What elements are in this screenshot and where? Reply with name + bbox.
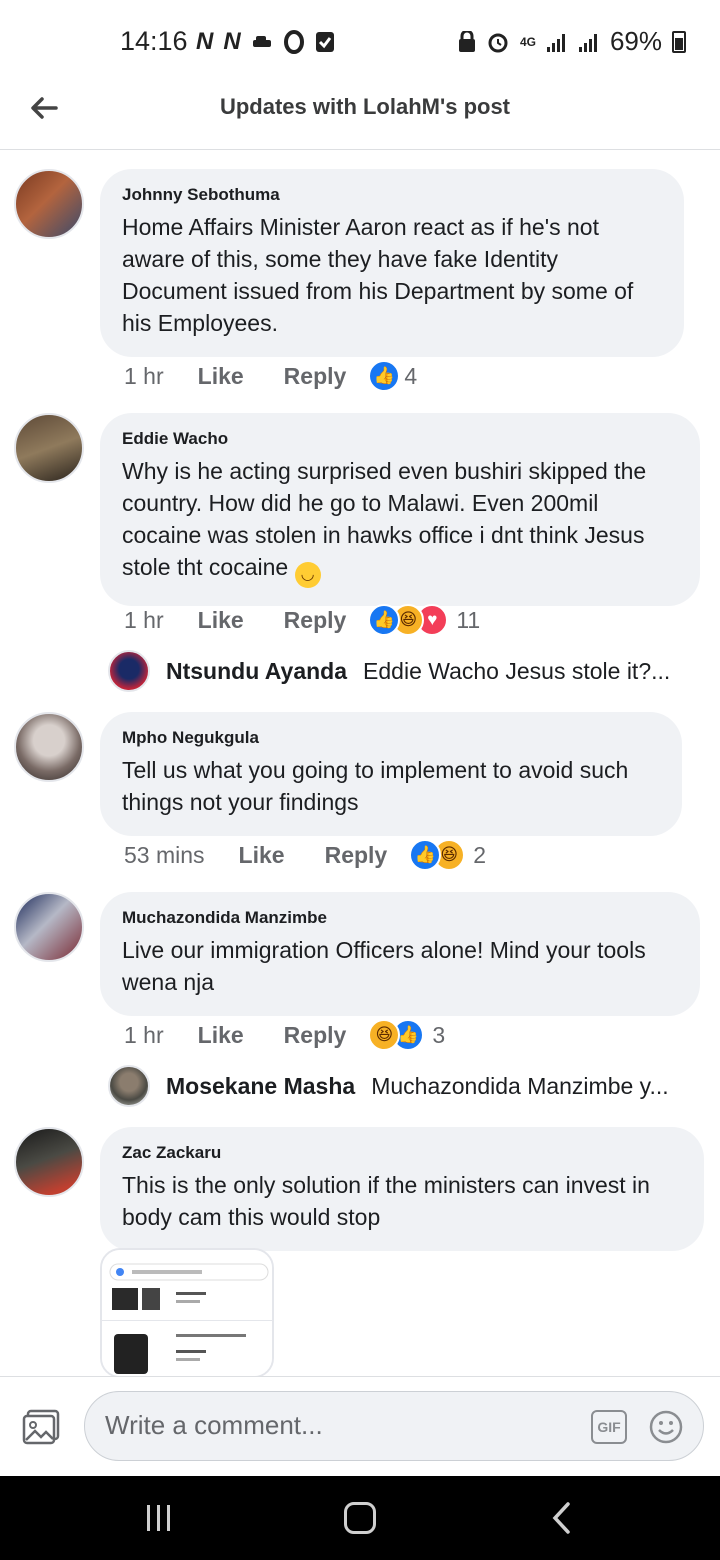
comment-text: Home Affairs Minister Aaron react as if …: [122, 214, 634, 336]
comment-actions: 53 mins Like Reply 👍 😆 2: [124, 839, 486, 871]
reply-preview[interactable]: Ntsundu Ayanda Eddie Wacho Jesus stole i…: [108, 650, 670, 692]
status-right: 4G 69%: [458, 26, 686, 57]
app-n-icon: N: [196, 28, 214, 55]
comment-text: Why is he acting surprised even bushiri …: [122, 458, 647, 580]
reactions[interactable]: 👍 😆 ♥: [368, 604, 449, 636]
back-icon[interactable]: [548, 1502, 578, 1534]
thumbs-up-icon: 👍: [368, 360, 401, 392]
like-button[interactable]: Like: [198, 363, 244, 390]
comment-author[interactable]: Eddie Wacho: [122, 429, 678, 449]
thumbs-up-icon: 👍: [368, 604, 401, 636]
haha-icon: 😆: [368, 1019, 401, 1051]
comment-time[interactable]: 1 hr: [124, 363, 164, 390]
comment-actions: 1 hr Like Reply 👍 4: [124, 360, 417, 392]
like-button[interactable]: Like: [198, 607, 244, 634]
comment-text: Tell us what you going to implement to a…: [122, 757, 629, 815]
reactions[interactable]: 👍 😆: [409, 839, 466, 871]
comment-composer: Write a comment... GIF: [0, 1376, 720, 1476]
like-button[interactable]: Like: [239, 842, 285, 869]
lock-icon: [458, 30, 475, 52]
signal-2-icon: [578, 33, 597, 52]
avatar[interactable]: [108, 1065, 150, 1107]
emoji-icon[interactable]: [649, 1410, 683, 1444]
comment-input[interactable]: Write a comment... GIF: [84, 1391, 704, 1461]
reaction-count[interactable]: 4: [404, 363, 417, 390]
thumbs-up-icon: 👍: [409, 839, 442, 871]
reply-text: Muchazondida Manzimbe y...: [371, 1072, 669, 1099]
battery-icon: [672, 30, 686, 53]
comment-bubble: Mpho Negukgula Tell us what you going to…: [100, 712, 682, 836]
reaction-count[interactable]: 3: [432, 1022, 445, 1049]
reply-button[interactable]: Reply: [325, 842, 388, 869]
battery-percent: 69%: [609, 26, 662, 56]
reply-author[interactable]: Mosekane Masha: [166, 1073, 355, 1100]
reply-button[interactable]: Reply: [284, 607, 347, 634]
reply-text: Eddie Wacho Jesus stole it?...: [363, 657, 671, 684]
reply-button[interactable]: Reply: [284, 1022, 347, 1049]
photo-icon[interactable]: [22, 1409, 60, 1445]
attached-image-preview: [102, 1250, 272, 1376]
comment-bubble: Zac Zackaru This is the only solution if…: [100, 1127, 704, 1251]
recent-apps-icon[interactable]: [144, 1504, 174, 1532]
home-icon[interactable]: [344, 1502, 376, 1534]
reaction-count[interactable]: 2: [473, 842, 486, 869]
avatar[interactable]: [14, 169, 84, 239]
comment-time[interactable]: 1 hr: [124, 1022, 164, 1049]
comment-author[interactable]: Muchazondida Manzimbe: [122, 908, 678, 928]
reply-button[interactable]: Reply: [284, 363, 347, 390]
comment-actions: 1 hr Like Reply 😆 👍 3: [124, 1019, 445, 1051]
avatar[interactable]: [14, 1127, 84, 1197]
comment-bubble: Johnny Sebothuma Home Affairs Minister A…: [100, 169, 684, 357]
reactions[interactable]: 👍: [368, 360, 401, 392]
comment-time[interactable]: 1 hr: [124, 607, 164, 634]
system-nav-bar: [0, 1476, 720, 1560]
reactions[interactable]: 😆 👍: [368, 1019, 425, 1051]
avatar[interactable]: [14, 413, 84, 483]
reply-preview[interactable]: Mosekane Masha Muchazondida Manzimbe y..…: [108, 1065, 669, 1107]
reaction-count[interactable]: 11: [456, 607, 480, 634]
avatar[interactable]: [108, 650, 150, 692]
status-bar: 14:16 N N 4G 69%: [0, 0, 720, 80]
app-n2-icon: N: [223, 28, 241, 55]
grinning-emoji-icon: ◡: [294, 562, 321, 588]
page-title: Updates with LolahM's post: [219, 94, 511, 119]
check-box-icon: [315, 32, 334, 52]
car-icon: [252, 36, 271, 47]
avatar[interactable]: [14, 892, 84, 962]
comment-placeholder: Write a comment...: [105, 1410, 323, 1440]
comment-bubble: Muchazondida Manzimbe Live our immigrati…: [100, 892, 700, 1016]
comment-time[interactable]: 53 mins: [124, 842, 205, 869]
notification-icons: N N: [196, 28, 335, 56]
opera-icon: [283, 30, 304, 54]
comment-text-wrap: Why is he acting surprised even bushiri …: [122, 455, 678, 588]
attached-screenshot[interactable]: [100, 1248, 274, 1378]
reply-author[interactable]: Ntsundu Ayanda: [166, 658, 347, 685]
alarm-icon: [488, 33, 508, 52]
gif-button[interactable]: GIF: [591, 1410, 627, 1444]
signal-icon: [546, 33, 565, 52]
comment-text: Live our immigration Officers alone! Min…: [122, 937, 646, 995]
network-type: 4G: [519, 34, 536, 49]
comment-author[interactable]: Zac Zackaru: [122, 1143, 682, 1163]
page-header: Updates with LolahM's post: [0, 80, 720, 150]
like-button[interactable]: Like: [198, 1022, 244, 1049]
comment-text: This is the only solution if the ministe…: [122, 1172, 650, 1230]
status-time: 14:16: [120, 26, 188, 56]
comment-actions: 1 hr Like Reply 👍 😆 ♥ 11: [124, 604, 480, 636]
comment-author[interactable]: Mpho Negukgula: [122, 728, 660, 748]
comment-author[interactable]: Johnny Sebothuma: [122, 185, 662, 205]
avatar[interactable]: [14, 712, 84, 782]
comment-bubble: Eddie Wacho Why is he acting surprised e…: [100, 413, 700, 606]
